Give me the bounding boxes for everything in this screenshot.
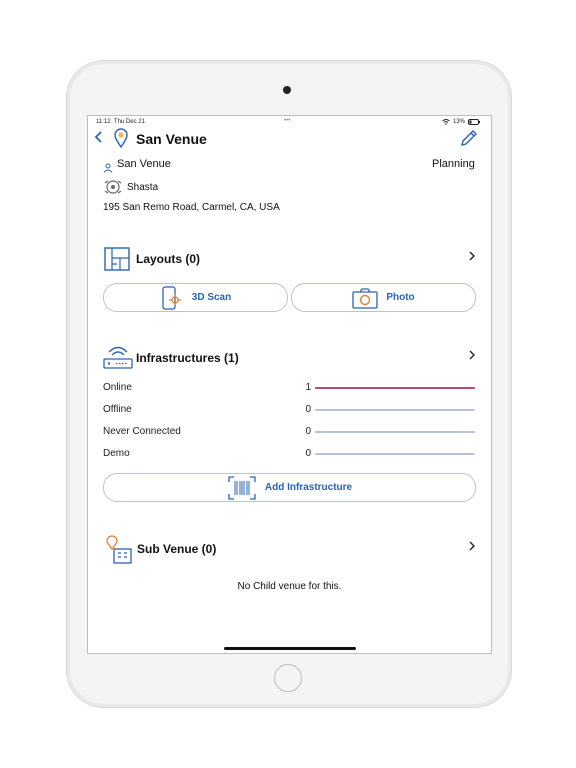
floorplan-icon: [103, 245, 131, 278]
status-dots: •••: [284, 118, 291, 124]
add-infrastructure-button[interactable]: Add Infrastructure: [103, 473, 476, 502]
infrastructure-row-bar: [315, 431, 475, 433]
infrastructure-row-label: Never Connected: [103, 426, 181, 437]
camera-icon: [352, 287, 378, 309]
sub-venue-chevron[interactable]: [468, 540, 476, 555]
organization-name: Shasta: [127, 182, 159, 193]
infrastructures-title: Infrastructures (1): [136, 351, 239, 365]
app-screen: 11:12 Thu Dec 21 ••• 13% San Venue San V…: [87, 115, 492, 654]
battery-percent: 13%: [453, 119, 466, 125]
page-title: San Venue: [136, 131, 207, 147]
chevron-right-icon: [469, 350, 475, 360]
status-indicators: 13%: [442, 119, 481, 125]
infrastructure-row-count: 0: [305, 448, 311, 459]
infrastructure-row-bar: [315, 387, 475, 389]
infrastructure-row-bar: [315, 409, 475, 411]
sub-venue-icon: [105, 535, 133, 570]
venue-status: Planning: [432, 158, 475, 170]
back-button[interactable]: [94, 130, 104, 149]
router-icon: [103, 344, 133, 375]
venue-name: San Venue: [117, 158, 171, 170]
home-indicator[interactable]: [224, 647, 356, 650]
status-time: 11:12 Thu Dec 21: [96, 119, 145, 125]
3d-scan-button[interactable]: 3D Scan: [103, 283, 288, 312]
sub-venue-title: Sub Venue (0): [137, 542, 217, 556]
infrastructure-row-count: 1: [305, 382, 311, 393]
home-button[interactable]: [274, 664, 302, 692]
infrastructure-row-count: 0: [305, 426, 311, 437]
infrastructure-row-count: 0: [305, 404, 311, 415]
photo-label: Photo: [386, 292, 415, 303]
infrastructures-chevron[interactable]: [468, 349, 476, 364]
battery-icon: [468, 119, 481, 125]
layouts-chevron[interactable]: [468, 250, 476, 265]
wifi-icon: [442, 119, 450, 125]
person-icon: [103, 160, 113, 178]
chevron-right-icon: [469, 251, 475, 261]
infrastructure-row-bar-fill: [315, 387, 475, 389]
venue-address: 195 San Remo Road, Carmel, CA, USA: [103, 202, 280, 213]
location-pin-icon: [113, 128, 129, 153]
photo-button[interactable]: Photo: [291, 283, 476, 312]
barcode-scan-icon: [228, 475, 256, 500]
infrastructure-row-label: Offline: [103, 404, 132, 415]
infrastructure-row-bar: [315, 453, 475, 455]
edit-button[interactable]: [459, 128, 479, 153]
front-camera: [283, 86, 291, 94]
organization-logo-icon: [103, 178, 123, 201]
3d-scan-icon: [162, 285, 181, 310]
infrastructure-row-label: Online: [103, 382, 132, 393]
3d-scan-label: 3D Scan: [191, 292, 232, 303]
infrastructure-row-label: Demo: [103, 448, 130, 459]
chevron-left-icon: [94, 131, 102, 143]
pencil-icon: [461, 130, 477, 146]
add-infrastructure-label: Add Infrastructure: [264, 482, 353, 493]
empty-state-text: No Child venue for this.: [237, 581, 342, 592]
chevron-right-icon: [469, 541, 475, 551]
layouts-title: Layouts (0): [136, 252, 201, 266]
